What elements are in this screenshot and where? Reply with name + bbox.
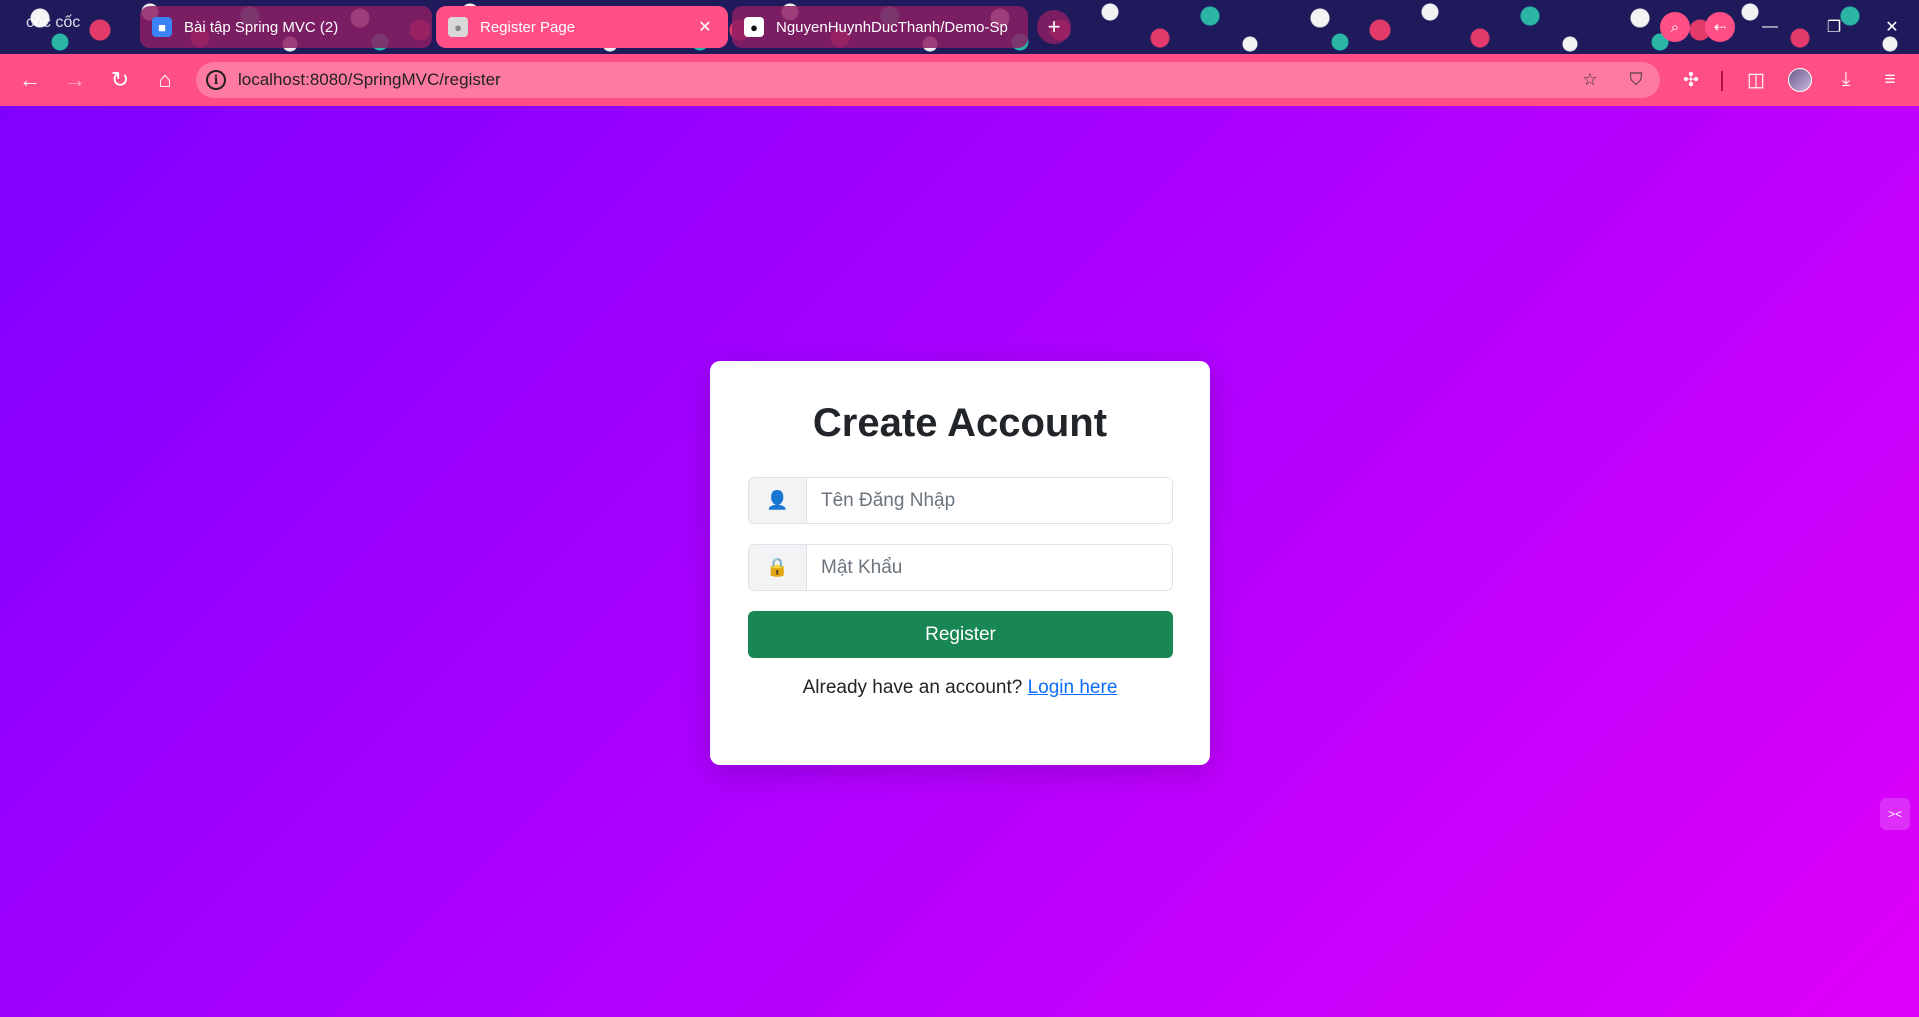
close-window-icon[interactable]: ✕	[1872, 12, 1912, 42]
forward-icon[interactable]: →	[57, 62, 93, 98]
tab-title: Register Page	[480, 18, 576, 36]
navigation-bar: ← → ↻ ⌂ i localhost:8080/SpringMVC/regis…	[0, 54, 1919, 106]
username-input[interactable]	[807, 478, 1172, 523]
new-tab-button[interactable]: +	[1037, 10, 1071, 44]
username-group: 👤	[748, 477, 1173, 524]
title-bar: cốc cốc ■ Bài tập Spring MVC (2) ● Regis…	[0, 0, 1919, 54]
extensions-icon[interactable]: ✣	[1675, 64, 1707, 96]
tab-register-page[interactable]: ● Register Page ✕	[436, 6, 728, 48]
page-title: Create Account	[812, 401, 1108, 445]
url-text[interactable]: localhost:8080/SpringMVC/register	[238, 70, 501, 90]
globe-icon: ●	[448, 17, 468, 37]
restore-icon[interactable]: ❐	[1814, 12, 1854, 42]
login-prompt-line: Already have an account? Login here	[710, 677, 1210, 699]
github-icon: ●	[744, 17, 764, 37]
browser-brand: cốc cốc	[26, 14, 81, 31]
sidebar-icon[interactable]: ◫	[1740, 64, 1772, 96]
profile-avatar[interactable]	[1788, 68, 1812, 92]
login-prompt: Already have an account?	[802, 677, 1023, 698]
tab-title: Bài tập Spring MVC (2)	[184, 18, 339, 36]
shield-icon[interactable]: ⛉	[1624, 68, 1648, 92]
back-icon[interactable]: ←	[12, 62, 48, 98]
menu-icon[interactable]: ≡	[1874, 64, 1906, 96]
toolbar-divider	[1721, 71, 1723, 91]
close-tab-icon[interactable]: ✕	[694, 17, 716, 37]
page-viewport: Create Account 👤 🔒 Register Already have…	[0, 106, 1919, 1017]
site-info-icon[interactable]: i	[206, 70, 226, 90]
register-card: Create Account 👤 🔒 Register Already have…	[710, 361, 1210, 765]
home-icon[interactable]: ⌂	[147, 62, 183, 98]
reload-icon[interactable]: ↻	[102, 62, 138, 98]
side-panel-toggle-icon[interactable]: ><	[1880, 798, 1910, 830]
user-card-icon: ■	[152, 17, 172, 37]
password-input[interactable]	[807, 545, 1172, 590]
lock-icon: 🔒	[749, 545, 807, 590]
download-icon[interactable]: ⤓	[1830, 64, 1862, 96]
bookmark-star-icon[interactable]: ☆	[1578, 68, 1602, 92]
tab-title: NguyenHuynhDucThanh/Demo-Sp	[776, 18, 1008, 36]
minimize-icon[interactable]: —	[1750, 12, 1790, 42]
login-link[interactable]: Login here	[1028, 677, 1118, 698]
address-bar[interactable]: i localhost:8080/SpringMVC/register ☆ ⛉	[196, 62, 1660, 98]
password-group: 🔒	[748, 544, 1173, 591]
back-arrow-icon[interactable]: ⇠	[1705, 12, 1735, 42]
user-icon: 👤	[749, 478, 807, 523]
search-tabs-icon[interactable]: ⌕	[1660, 12, 1690, 42]
register-button[interactable]: Register	[748, 611, 1173, 658]
tab-bai-tap[interactable]: ■ Bài tập Spring MVC (2)	[140, 6, 432, 48]
tab-github[interactable]: ● NguyenHuynhDucThanh/Demo-Sp	[732, 6, 1028, 48]
